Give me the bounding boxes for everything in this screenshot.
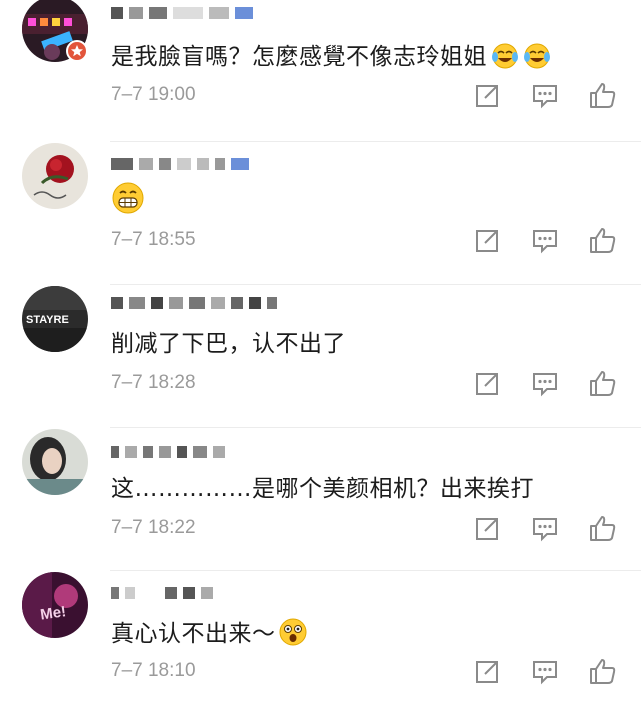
comment-time: 7–7 18:10 bbox=[111, 660, 196, 681]
user-avatar[interactable]: STAYRE bbox=[22, 286, 88, 352]
username-blurred[interactable] bbox=[111, 153, 255, 175]
repost-icon[interactable] bbox=[473, 80, 503, 110]
comment-text: 真心认不出来～ bbox=[111, 614, 308, 653]
repost-icon[interactable] bbox=[473, 225, 503, 255]
comment-text: 这……………是哪个美颜相机？出来挨打 bbox=[111, 476, 534, 502]
user-avatar[interactable] bbox=[22, 429, 88, 495]
comment-time: 7–7 18:22 bbox=[111, 517, 196, 538]
divider bbox=[110, 284, 641, 285]
comment-text: 是我臉盲嗎？怎麼感覺不像志玲姐姐 bbox=[111, 37, 551, 76]
repost-icon[interactable] bbox=[473, 368, 503, 398]
like-icon[interactable] bbox=[588, 225, 618, 255]
repost-icon[interactable] bbox=[473, 513, 503, 543]
comment-icon[interactable] bbox=[530, 513, 560, 543]
like-icon[interactable] bbox=[588, 368, 618, 398]
username-blurred[interactable] bbox=[111, 292, 283, 314]
grin-emoji bbox=[111, 181, 145, 221]
username-blurred[interactable] bbox=[111, 441, 231, 463]
like-icon[interactable] bbox=[588, 513, 618, 543]
divider bbox=[110, 427, 641, 428]
username-blurred[interactable] bbox=[111, 582, 219, 604]
divider bbox=[110, 570, 641, 571]
laugh-cry-emoji bbox=[491, 42, 519, 76]
comment-item: 这……………是哪个美颜相机？出来挨打 7–7 18:22 bbox=[0, 429, 641, 571]
like-icon[interactable] bbox=[588, 80, 618, 110]
comment-icon[interactable] bbox=[530, 656, 560, 686]
divider bbox=[110, 141, 641, 142]
user-avatar[interactable]: Me! bbox=[22, 572, 88, 638]
comment-item: 是我臉盲嗎？怎麼感覺不像志玲姐姐 7–7 19:00 bbox=[0, 0, 641, 142]
like-icon[interactable] bbox=[588, 656, 618, 686]
shocked-emoji bbox=[278, 617, 308, 653]
svg-text:STAYRE: STAYRE bbox=[26, 314, 69, 326]
comment-time: 7–7 19:00 bbox=[111, 84, 196, 105]
username-blurred[interactable] bbox=[111, 2, 259, 24]
comment-item: Me! 真心认不出来～ 7–7 18:10 bbox=[0, 572, 641, 703]
comment-text bbox=[111, 181, 145, 221]
svg-text:Me!: Me! bbox=[39, 603, 67, 623]
comment-text: 削减了下巴，认不出了 bbox=[111, 331, 346, 357]
comment-icon[interactable] bbox=[530, 368, 560, 398]
comment-time: 7–7 18:55 bbox=[111, 229, 196, 250]
comment-time: 7–7 18:28 bbox=[111, 372, 196, 393]
comment-icon[interactable] bbox=[530, 225, 560, 255]
comment-item: 7–7 18:55 bbox=[0, 143, 641, 285]
laugh-cry-emoji bbox=[523, 42, 551, 76]
user-avatar[interactable] bbox=[22, 143, 88, 209]
verified-badge-icon bbox=[66, 40, 88, 62]
comment-item: STAYRE 削减了下巴，认不出了 7–7 18:28 bbox=[0, 286, 641, 428]
comment-icon[interactable] bbox=[530, 80, 560, 110]
repost-icon[interactable] bbox=[473, 656, 503, 686]
